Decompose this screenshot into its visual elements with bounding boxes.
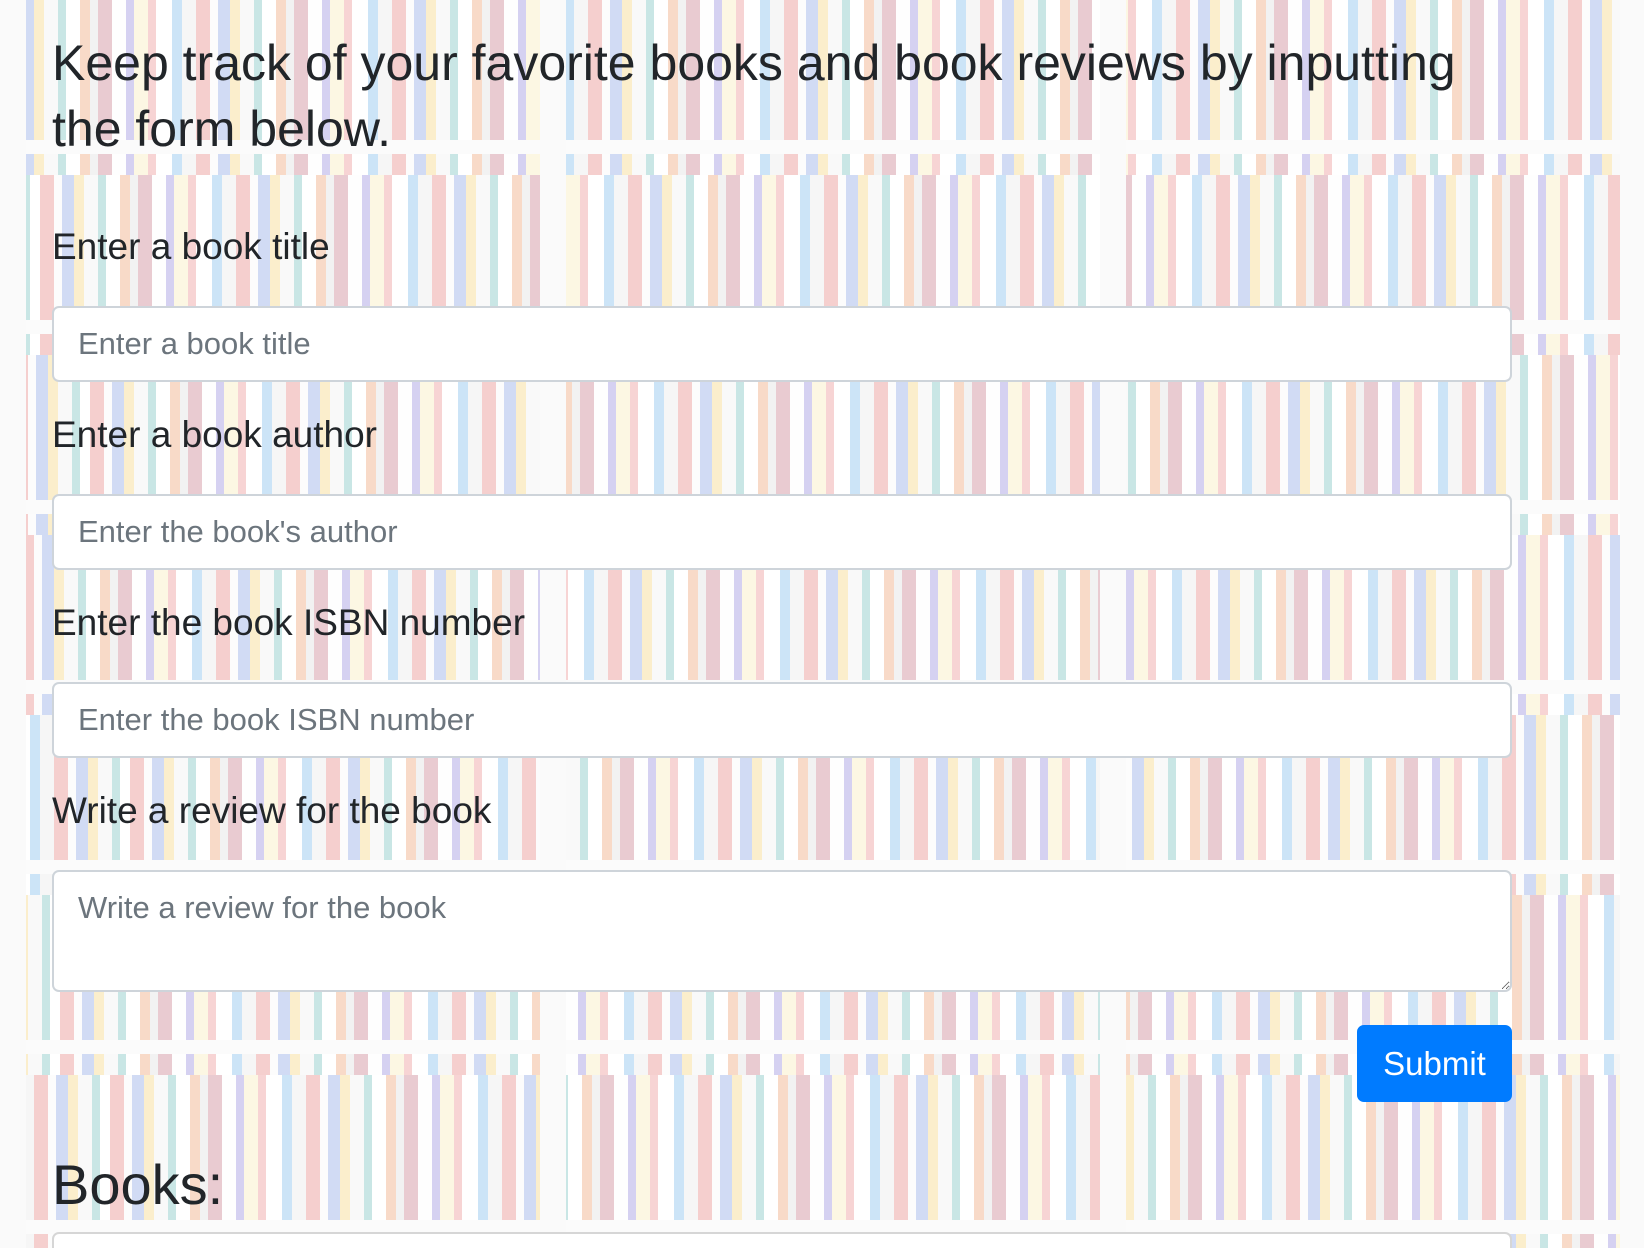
intro-heading: Keep track of your favorite books and bo… <box>52 35 1456 157</box>
submit-button[interactable]: Submit <box>1357 1025 1512 1102</box>
title-input[interactable] <box>52 306 1512 382</box>
isbn-input[interactable] <box>52 682 1512 758</box>
books-list <box>52 1232 1512 1248</box>
author-input[interactable] <box>52 494 1512 570</box>
isbn-label: Enter the book ISBN number <box>52 602 526 643</box>
title-label: Enter a book title <box>52 226 330 267</box>
review-textarea[interactable] <box>52 870 1512 992</box>
review-label: Write a review for the book <box>52 790 492 831</box>
author-label: Enter a book author <box>52 414 377 455</box>
books-heading: Books: <box>52 1153 224 1216</box>
